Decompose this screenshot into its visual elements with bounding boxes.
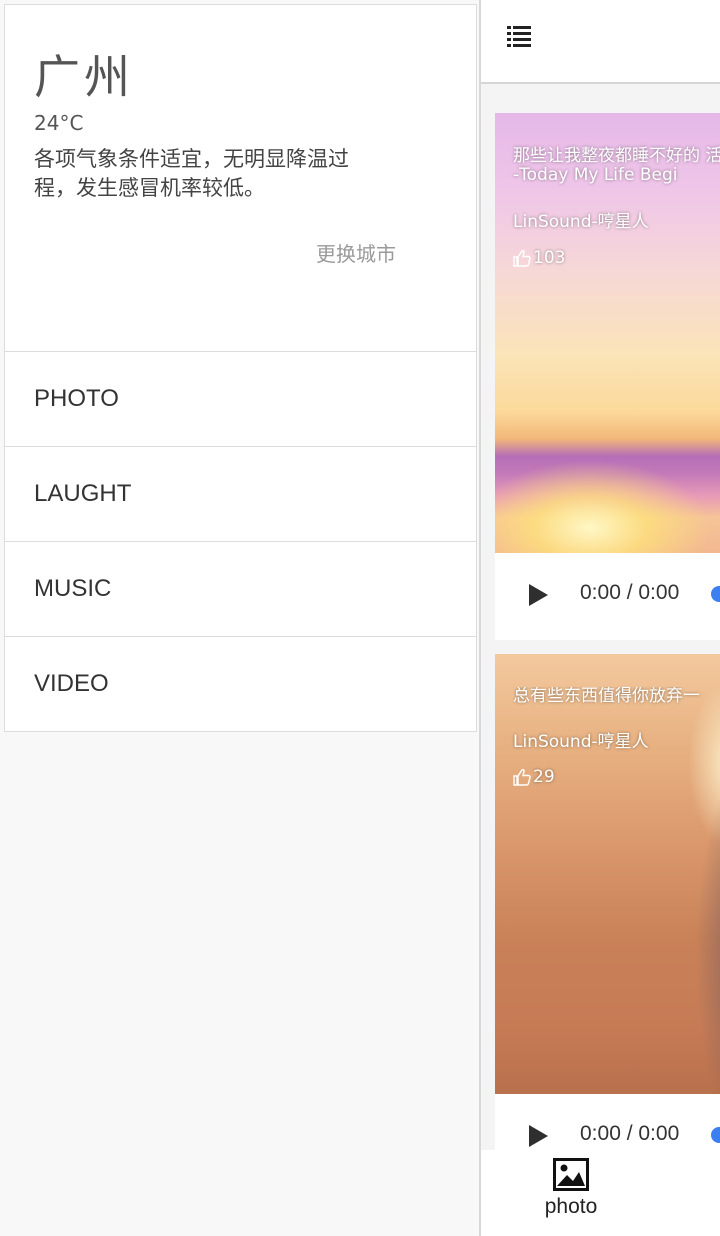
song-title: 总有些东西值得你放弃一 [513,687,700,706]
menu-item-music[interactable]: MUSIC [4,542,477,637]
song-author: LinSound-哼星人 [513,212,649,232]
list-icon[interactable] [507,25,531,47]
main-content: 那些让我整夜都睡不好的 活了 -Today My Life Begi LinSo… [481,0,720,1236]
nav-item-photo[interactable]: photo [526,1158,616,1228]
drawer-menu: PHOTO LAUGHT MUSIC VIDEO [4,352,477,732]
weather-card: 广州 24°C 各项气象条件适宜，无明显降温过程，发生感冒机率较低。 更换城市 [4,4,477,352]
menu-item-photo[interactable]: PHOTO [4,352,477,447]
navigation-drawer: 广州 24°C 各项气象条件适宜，无明显降温过程，发生感冒机率较低。 更换城市 … [0,0,481,1236]
bottom-navigation: photo [481,1150,720,1236]
change-city-button[interactable]: 更换城市 [316,238,396,267]
likes-count: 103 [513,248,565,268]
menu-item-video[interactable]: VIDEO [4,637,477,732]
likes-value: 103 [533,248,566,268]
likes-count: 29 [513,767,555,787]
progress-slider[interactable] [711,1127,720,1143]
time-display: 0:00 / 0:00 [580,581,680,604]
city-name: 广州 [34,50,134,104]
play-icon[interactable] [529,1125,548,1147]
cover-image: 总有些东西值得你放弃一 LinSound-哼星人 29 [495,654,720,1094]
app-header [481,0,720,84]
nav-label-photo: photo [544,1195,598,1218]
temperature: 24°C [34,111,84,135]
thumbs-up-icon [513,768,531,786]
music-card[interactable]: 那些让我整夜都睡不好的 活了 -Today My Life Begi LinSo… [495,113,720,640]
weather-description: 各项气象条件适宜，无明显降温过程，发生感冒机率较低。 [34,147,349,200]
audio-player: 0:00 / 0:00 [495,1104,720,1150]
play-icon[interactable] [529,584,548,606]
song-title: 那些让我整夜都睡不好的 活了 -Today My Life Begi [513,146,720,185]
image-icon [553,1158,589,1191]
progress-slider[interactable] [711,586,720,602]
music-card[interactable]: 总有些东西值得你放弃一 LinSound-哼星人 29 0:00 / 0:00 [495,654,720,1150]
thumbs-up-icon [513,249,531,267]
song-author: LinSound-哼星人 [513,732,649,752]
time-display: 0:00 / 0:00 [580,1122,680,1145]
likes-value: 29 [533,767,555,787]
menu-item-laught[interactable]: LAUGHT [4,447,477,542]
audio-player: 0:00 / 0:00 [495,563,720,623]
cover-image: 那些让我整夜都睡不好的 活了 -Today My Life Begi LinSo… [495,113,720,553]
